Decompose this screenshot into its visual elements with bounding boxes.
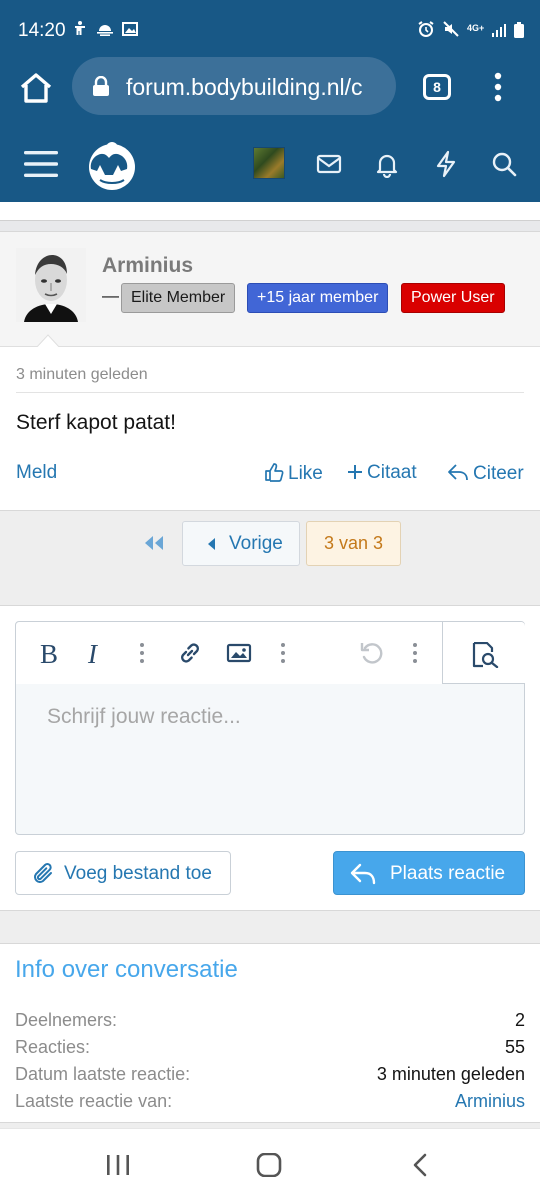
post-divider [16, 392, 524, 393]
badge-15-year-member: +15 jaar member [247, 283, 389, 313]
bolt-icon[interactable] [432, 150, 460, 178]
link-icon[interactable] [177, 640, 203, 666]
attach-file-button[interactable]: Voeg bestand toe [15, 851, 231, 895]
post-body: Sterf kapot patat! [16, 411, 176, 434]
home-icon[interactable] [18, 70, 54, 106]
more-text-options-icon[interactable] [129, 640, 155, 666]
status-right-icons: 4G+ [417, 20, 524, 38]
weather-icon [97, 25, 114, 36]
like-button[interactable]: Like [264, 462, 323, 485]
image-icon [122, 22, 139, 36]
like-label: Like [288, 463, 323, 484]
bold-button[interactable]: B [40, 639, 66, 669]
add-quote-button[interactable]: Citaat [347, 462, 417, 484]
report-link[interactable]: Meld [16, 462, 57, 484]
post-username[interactable]: Arminius [102, 254, 193, 278]
more-vert-icon[interactable] [490, 72, 506, 102]
info-label: Reacties: [15, 1037, 91, 1057]
badge-elite-member: Elite Member [121, 283, 236, 313]
pagination-bar: Vorige 3 van 3 [0, 510, 540, 606]
bell-icon[interactable] [373, 150, 401, 178]
status-bar: 14:20 4G+ [0, 0, 540, 56]
previous-page-button[interactable]: Vorige [182, 521, 300, 566]
current-page[interactable]: 3 van 3 [306, 521, 401, 566]
editor-toolbar: B I [16, 622, 525, 684]
previous-label: Vorige [229, 533, 283, 554]
section-separator [0, 220, 540, 231]
add-quote-label: Citaat [367, 462, 417, 483]
alarm-icon [418, 21, 434, 37]
post-date[interactable]: 3 minuten geleden [16, 366, 148, 384]
plus-icon [348, 465, 362, 479]
attach-label: Voeg bestand toe [64, 863, 212, 884]
menu-icon[interactable] [24, 149, 58, 179]
more-insert-options-icon[interactable] [270, 640, 296, 666]
info-row: Reacties: 55 [15, 1037, 525, 1061]
mail-icon[interactable] [315, 150, 343, 178]
paperclip-icon [34, 863, 52, 883]
badge-power-user: Power User [401, 283, 505, 313]
info-value: 2 [514, 1010, 525, 1030]
url-text: forum.bodybuilding.nl/c [126, 74, 363, 100]
reply-icon [448, 464, 468, 481]
back-nav-icon[interactable] [410, 1153, 430, 1177]
site-logo[interactable] [86, 138, 138, 192]
battery-icon [514, 22, 524, 38]
quote-label: Citeer [473, 463, 524, 484]
italic-button[interactable]: I [88, 639, 114, 669]
info-label: Laatste reactie van: [15, 1091, 173, 1111]
info-row: Laatste reactie van: Arminius [15, 1091, 525, 1115]
preview-icon [472, 642, 499, 668]
submit-reply-button[interactable]: Plaats reactie [333, 851, 525, 895]
last-reply-user-link[interactable]: Arminius [455, 1091, 525, 1112]
site-header [0, 128, 540, 202]
status-left-icons [72, 20, 139, 38]
home-nav-icon[interactable] [256, 1153, 282, 1177]
lock-icon [93, 76, 109, 96]
accessibility-icon [75, 21, 85, 35]
caret-left-icon [208, 538, 215, 550]
report-label: Meld [16, 462, 58, 483]
search-icon[interactable] [490, 150, 518, 178]
quote-button[interactable]: Citeer [447, 462, 524, 485]
editor-placeholder: Schrijf jouw reactie... [47, 705, 241, 728]
thumbs-up-icon [265, 463, 284, 482]
info-row: Datum laatste reactie: 3 minuten geleden [15, 1064, 525, 1088]
header-gap [0, 202, 540, 220]
info-value: 55 [504, 1037, 525, 1057]
info-label: Deelnemers: [15, 1010, 118, 1030]
signal-icon [492, 24, 507, 37]
first-page-icon[interactable] [142, 533, 166, 553]
post-avatar[interactable] [16, 248, 86, 322]
info-value: 3 minuten geleden [376, 1064, 525, 1084]
reply-editor[interactable]: B I Schrijf jouw reactie... [15, 621, 525, 835]
submit-label: Plaats reactie [390, 863, 506, 884]
network-type: 4G+ [466, 23, 485, 33]
system-nav-bar [0, 1128, 540, 1200]
more-options-icon[interactable] [402, 640, 428, 666]
recent-apps-icon[interactable] [105, 1153, 131, 1177]
tab-switcher-button[interactable]: 8 [423, 74, 451, 100]
post-user-block: Arminius — Elite Member +15 jaar member … [0, 231, 540, 347]
status-time: 14:20 [18, 20, 66, 41]
image-insert-icon[interactable] [226, 640, 252, 666]
url-bar[interactable]: forum.bodybuilding.nl/c [72, 57, 396, 115]
preview-toggle[interactable] [442, 622, 525, 684]
info-label: Datum laatste reactie: [15, 1064, 191, 1084]
post-arrow [36, 334, 60, 348]
user-avatar[interactable] [253, 147, 285, 179]
info-title: Info over conversatie [15, 956, 238, 983]
undo-icon[interactable] [359, 640, 385, 666]
browser-toolbar: forum.bodybuilding.nl/c 8 [0, 56, 540, 128]
section-separator [0, 910, 540, 944]
user-title-dash: — [102, 286, 119, 305]
reply-icon [350, 863, 376, 885]
avatar-portrait [16, 248, 86, 322]
info-row: Deelnemers: 2 [15, 1010, 525, 1034]
mute-icon [443, 21, 459, 37]
